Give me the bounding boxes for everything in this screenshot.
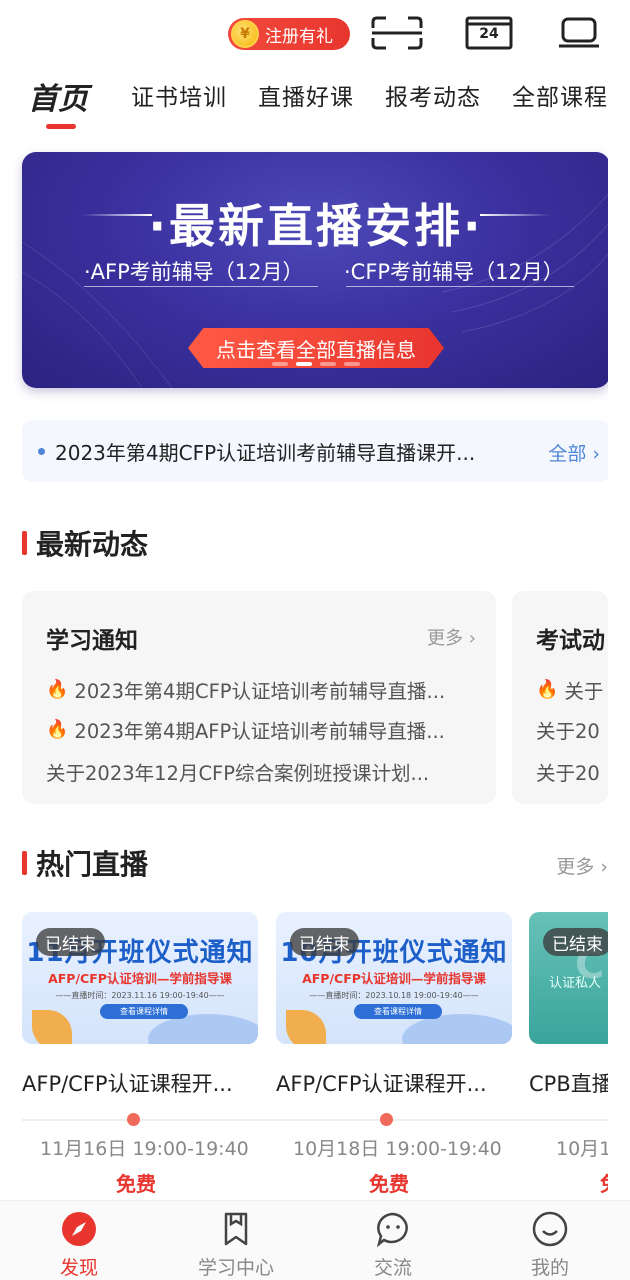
thumb-decoration [32,1010,72,1044]
nav-label: 发现 [59,1257,98,1279]
section-title: 最新动态 [36,528,149,561]
banner-subtitle-afp: ·AFP考前辅导（12月） [84,260,304,284]
register-gift-button[interactable]: ¥ 注册有礼 [228,18,350,50]
live-title[interactable]: AFP/CFP认证课程开... [22,1068,262,1098]
coin-icon: ¥ [231,20,259,48]
banner-underline [84,286,318,287]
news-item-text: 关于2023年12月CFP综合案例班授课计划... [46,762,430,785]
news-item[interactable]: 关于20 [536,757,600,786]
active-tab-indicator [46,124,76,129]
nav-label: 学习中心 [197,1257,274,1279]
category-tabs: 首页 证书培训 直播好课 报考动态 全部课程 [0,72,630,134]
news-item-text: 2023年第4期CFP认证培训考前辅导直播... [74,680,446,703]
carousel-dot[interactable] [320,362,336,366]
tab-certificate-training[interactable]: 证书培训 [131,78,227,112]
app-page: ¥ 注册有礼 24 首页 证书培训 直播好课 报考动态 全部课程 ·最新直播安排… [0,0,630,1280]
calendar-icon[interactable]: 24 [462,14,516,52]
carousel-dot-active[interactable] [296,362,312,366]
fire-icon: 🔥 [46,719,69,740]
smile-icon [532,1211,568,1247]
tab-all-courses[interactable]: 全部课程 [512,78,608,112]
tab-exam-news[interactable]: 报考动态 [385,78,481,112]
thumb-detail-button: 查看课程详情 [354,1004,442,1019]
fire-icon: 🔥 [46,679,69,700]
status-badge: 已结束 [290,928,359,956]
carousel-dot[interactable] [344,362,360,366]
news-item-text: 关于20 [536,720,600,743]
news-item[interactable]: 关于2023年12月CFP综合案例班授课计划... [46,757,482,786]
thumb-subtitle: 认证私人 [549,976,602,991]
banner-underline [346,286,574,287]
news-item[interactable]: 🔥 关于 [536,675,603,704]
chat-icon [375,1211,411,1247]
timeline-dot [127,1113,140,1126]
top-bar: ¥ 注册有礼 24 [0,0,630,64]
live-card[interactable]: 10月开班仪式通知 AFP/CFP认证培训—学前指导课 ——直播时间：2023.… [276,912,512,1096]
live-time: 10月18日 19:00-19:40 [293,1138,502,1160]
banner-subtitle-cfp: ·CFP考前辅导（12月） [344,260,564,284]
calendar-day: 24 [479,26,499,42]
news-item-text: 关于20 [536,762,600,785]
exam-news-card[interactable]: 考试动 🔥 关于 关于20 关于20 [512,591,608,804]
card-more-link[interactable]: 更多 › [427,624,476,650]
section-marker [22,851,27,875]
thumb-decoration [286,1010,326,1044]
live-timeline [22,1119,608,1121]
live-thumbnail[interactable]: 10月开班仪式通知 AFP/CFP认证培训—学前指导课 ——直播时间：2023.… [276,912,512,1044]
nav-study-center[interactable]: 学习中心 [176,1211,296,1280]
live-schedule-banner[interactable]: ·最新直播安排· ·AFP考前辅导（12月） ·CFP考前辅导（12月） 点击查… [22,152,610,388]
timeline-dot [380,1113,393,1126]
nav-discover[interactable]: 发现 [19,1211,139,1280]
live-title[interactable]: AFP/CFP认证课程开... [276,1068,516,1098]
news-item[interactable]: 🔥 2023年第4期CFP认证培训考前辅导直播... [46,675,482,704]
hot-live-more-link[interactable]: 更多 › [556,852,608,879]
tab-home[interactable]: 首页 [28,74,88,118]
thumb-detail-button: 查看课程详情 [100,1004,188,1019]
news-item[interactable]: 关于20 [536,715,600,744]
announcement-bar[interactable]: 2023年第4期CFP认证培训考前辅导直播课开... 全部 › [22,420,610,482]
live-card[interactable]: 11月开班仪式通知 AFP/CFP认证培训—学前指导课 ——直播时间：2023.… [22,912,258,1096]
bullet-icon [38,447,45,455]
section-title: 热门直播 [36,848,149,881]
live-price: 免费 [116,1172,156,1196]
live-thumbnail[interactable]: 11月开班仪式通知 AFP/CFP认证培训—学前指导课 ——直播时间：2023.… [22,912,258,1044]
thumb-time: ——直播时间：2023.10.18 19:00-19:40—— [309,991,479,1000]
nav-label: 我的 [530,1257,569,1279]
live-price: 免费 [369,1172,409,1196]
live-time: 10月1 [556,1138,612,1160]
section-marker [22,531,27,555]
carousel-dot[interactable] [272,362,288,366]
announcement-text[interactable]: 2023年第4期CFP认证培训考前辅导直播课开... [55,437,510,466]
compass-icon [61,1211,97,1247]
study-notice-card[interactable]: 学习通知 更多 › 🔥 2023年第4期CFP认证培训考前辅导直播... 🔥 2… [22,591,496,804]
nav-community[interactable]: 交流 [333,1211,453,1280]
bottom-navigation: 发现 学习中心 交流 我的 [0,1200,630,1280]
news-item[interactable]: 🔥 2023年第4期AFP认证培训考前辅导直播... [46,715,482,744]
tab-live-courses[interactable]: 直播好课 [258,78,354,112]
card-title: 学习通知 [46,628,138,654]
thumb-time: ——直播时间：2023.11.16 19:00-19:40—— [55,991,225,1000]
status-badge: 已结束 [543,928,612,956]
latest-news-header: 最新动态 [22,525,148,561]
tv-icon[interactable] [552,14,606,52]
register-gift-label: 注册有礼 [265,26,333,47]
thumb-subtitle: AFP/CFP认证培训—学前指导课 [48,971,232,986]
thumb-subtitle: AFP/CFP认证培训—学前指导课 [302,971,486,986]
bookmark-icon [218,1211,254,1247]
scan-icon[interactable] [370,14,424,52]
live-time: 11月16日 19:00-19:40 [40,1138,249,1160]
news-item-text: 关于 [564,680,604,703]
banner-title: ·最新直播安排· [148,199,484,253]
carousel-indicator [22,362,610,366]
hot-live-header: 热门直播 [22,845,148,881]
news-item-text: 2023年第4期AFP认证培训考前辅导直播... [74,720,445,743]
scroll-edge-mask [608,0,630,1200]
card-title: 考试动 [536,628,605,654]
fire-icon: 🔥 [536,679,559,700]
nav-profile[interactable]: 我的 [490,1211,610,1280]
nav-label: 交流 [373,1257,412,1279]
status-badge: 已结束 [36,928,105,956]
announcement-all-link[interactable]: 全部 › [548,439,600,466]
